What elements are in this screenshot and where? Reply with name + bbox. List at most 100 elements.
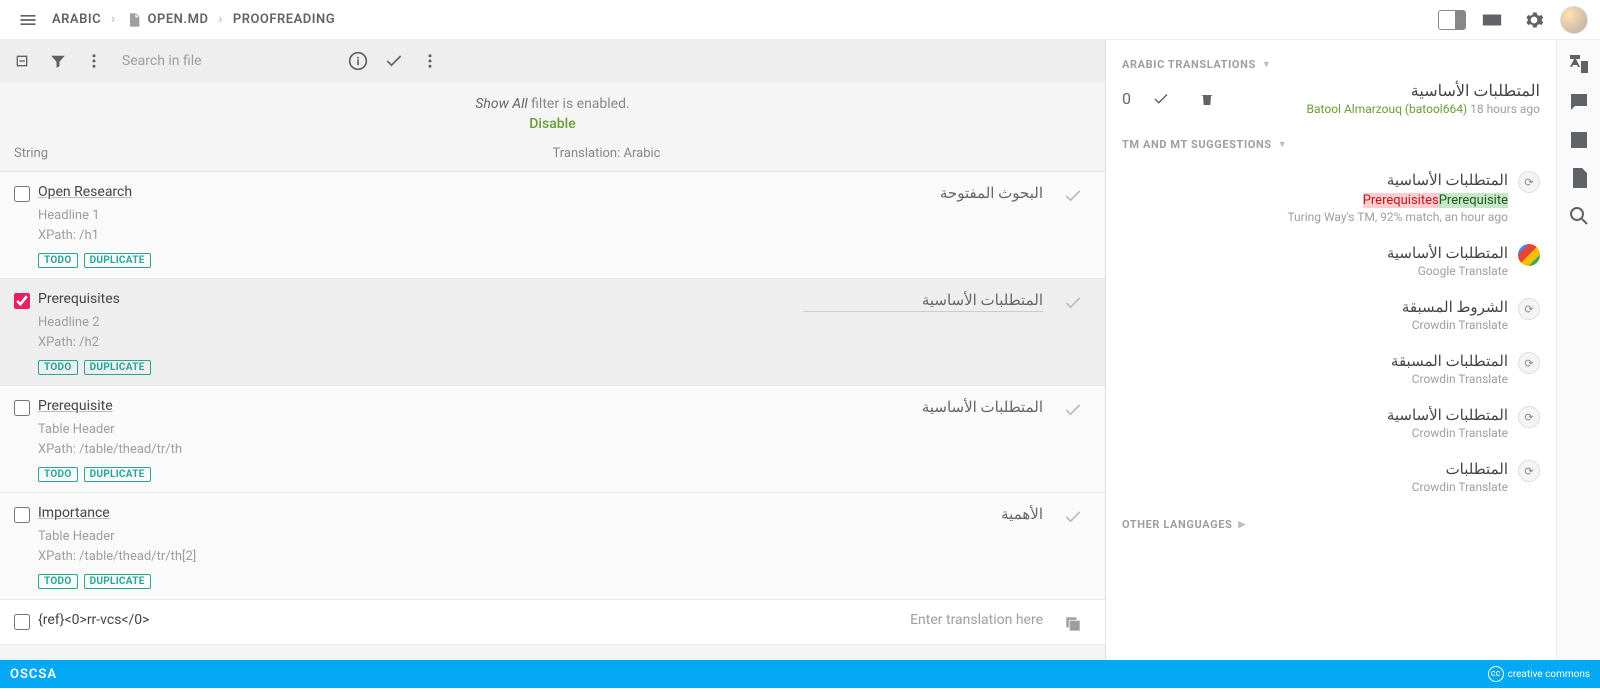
suggestion-source: Crowdin Translate (1122, 480, 1508, 494)
translation-cell[interactable]: المتطلبات الأساسية (512, 398, 1055, 482)
approve-row-icon[interactable] (1055, 184, 1091, 268)
menu-icon[interactable] (12, 4, 44, 36)
top-bar: ARABIC › OPEN.MD › PROOFREADING (0, 0, 1600, 40)
current-translation-text: المتطلبات الأساسية (1307, 81, 1540, 100)
suggestion-text: المتطلبات المسبقة (1122, 352, 1508, 370)
mt-suggestion[interactable]: الشروط المسبقة Crowdin Translate ⟳ (1122, 288, 1540, 342)
suggestion-source: Turing Way's TM, 92% match, an hour ago (1122, 210, 1508, 224)
tag-todo: TODO (38, 253, 78, 268)
row-checkbox[interactable] (14, 614, 30, 630)
tag-todo: TODO (38, 360, 78, 375)
translation-time: 18 hours ago (1470, 102, 1540, 116)
breadcrumb: ARABIC › OPEN.MD › PROOFREADING (52, 12, 335, 28)
files-icon[interactable] (1567, 166, 1591, 190)
row-checkbox[interactable] (14, 400, 30, 416)
approve-icon[interactable] (378, 45, 410, 77)
layout-toggle-icon[interactable] (1438, 10, 1466, 30)
translation-cell[interactable]: الأهمية (512, 505, 1055, 589)
terms-icon[interactable] (1567, 128, 1591, 152)
translation-cell[interactable]: المتطلبات الأساسية (512, 291, 1055, 375)
source-string: Open Research (38, 184, 512, 200)
breadcrumb-file[interactable]: OPEN.MD (126, 12, 209, 28)
tm-suggestion[interactable]: المتطلبات الأساسية PrerequisitesPrerequi… (1122, 161, 1540, 234)
provider-icon: ⟳ (1518, 352, 1540, 374)
collapse-icon[interactable] (6, 45, 38, 77)
source-string: Prerequisites (38, 291, 512, 307)
suggestion-text: المتطلبات الأساسية (1122, 171, 1508, 189)
tag-dup: DUPLICATE (84, 574, 151, 589)
info-icon[interactable] (342, 45, 374, 77)
tag-dup: DUPLICATE (84, 467, 151, 482)
caret-right-icon: ▶ (1238, 520, 1246, 530)
suggestion-text: المتطلبات (1122, 460, 1508, 478)
string-row[interactable]: Importance Table HeaderXPath: /table/thea… (0, 493, 1105, 600)
section-translations[interactable]: ARABIC TRANSLATIONS▼ (1122, 58, 1540, 71)
delete-translation-icon[interactable] (1191, 83, 1223, 115)
tag-todo: TODO (38, 574, 78, 589)
settings-icon[interactable] (1518, 4, 1550, 36)
comments-icon[interactable] (1567, 90, 1591, 114)
string-row[interactable]: {ref}<0>rr-vcs</0>Enter translation here (0, 600, 1105, 645)
search-input[interactable] (114, 45, 334, 77)
tag-dup: DUPLICATE (84, 253, 151, 268)
source-meta: Table HeaderXPath: /table/thead/tr/th[2] (38, 527, 512, 566)
source-meta: Table HeaderXPath: /table/thead/tr/th (38, 420, 512, 459)
tm-provider-icon: ⟳ (1518, 171, 1540, 193)
mt-suggestion[interactable]: المتطلبات الأساسية Google Translate (1122, 234, 1540, 288)
filter-banner: Show All filter is enabled. Disable (0, 82, 1105, 132)
editor-toolbar (0, 40, 1105, 82)
provider-icon: ⟳ (1518, 406, 1540, 428)
breadcrumb-language[interactable]: ARABIC (52, 12, 101, 27)
more-vert-icon[interactable] (78, 45, 110, 77)
translation-author[interactable]: Batool Almarzouq (batool664) (1307, 102, 1468, 116)
string-row[interactable]: PrerequisiteTable HeaderXPath: /table/th… (0, 386, 1105, 493)
translation-cell[interactable]: البحوث المفتوحة (512, 184, 1055, 268)
caret-down-icon: ▼ (1278, 139, 1288, 150)
kebab-icon[interactable] (414, 45, 446, 77)
tag-dup: DUPLICATE (84, 360, 151, 375)
suggestion-source: Google Translate (1122, 264, 1508, 278)
approve-row-icon[interactable] (1055, 505, 1091, 589)
section-suggestions[interactable]: TM AND MT SUGGESTIONS▼ (1122, 138, 1540, 151)
translation-cell[interactable]: Enter translation here (512, 612, 1055, 634)
suggestion-source: Crowdin Translate (1122, 372, 1508, 386)
breadcrumb-mode[interactable]: PROOFREADING (233, 12, 335, 27)
keyboard-icon[interactable] (1476, 4, 1508, 36)
string-row[interactable]: PrerequisitesHeadline 2XPath: /h2TODODUP… (0, 279, 1105, 386)
section-other-languages[interactable]: OTHER LANGUAGES▶ (1122, 518, 1540, 531)
copy-source-icon[interactable] (1055, 612, 1091, 634)
suggestion-text: المتطلبات الأساسية (1122, 244, 1508, 262)
suggestion-text: الشروط المسبقة (1122, 298, 1508, 316)
provider-icon: ⟳ (1518, 298, 1540, 320)
caret-down-icon: ▼ (1262, 59, 1272, 70)
translate-icon[interactable] (1567, 52, 1591, 76)
suggestion-diff: PrerequisitesPrerequisite (1122, 193, 1508, 208)
row-checkbox[interactable] (14, 186, 30, 202)
suggestion-source: Crowdin Translate (1122, 318, 1508, 332)
user-avatar[interactable] (1560, 6, 1588, 34)
filter-disable-link[interactable]: Disable (0, 116, 1105, 132)
list-header: String Translation: Arabic (0, 132, 1105, 172)
side-panel: ARABIC TRANSLATIONS▼ 0 المتطلبات الأساسي… (1106, 40, 1556, 660)
provider-icon (1518, 244, 1540, 266)
source-string: Importance (38, 505, 512, 521)
provider-icon: ⟳ (1518, 460, 1540, 482)
row-checkbox[interactable] (14, 293, 30, 309)
chevron-right-icon: › (111, 12, 115, 27)
approve-translation-icon[interactable] (1145, 83, 1177, 115)
string-list[interactable]: Open ResearchHeadline 1XPath: /h1TODODUP… (0, 172, 1105, 660)
approve-row-icon[interactable] (1055, 398, 1091, 482)
row-checkbox[interactable] (14, 507, 30, 523)
mt-suggestion[interactable]: المتطلبات الأساسيةCrowdin Translate⟳ (1122, 396, 1540, 450)
suggestion-text: المتطلبات الأساسية (1122, 406, 1508, 424)
mt-suggestion[interactable]: المتطلبات المسبقة Crowdin Translate ⟳ (1122, 342, 1540, 396)
filter-icon[interactable] (42, 45, 74, 77)
search-panel-icon[interactable] (1567, 204, 1591, 228)
main-area: Show All filter is enabled. Disable Stri… (0, 40, 1600, 660)
column-string: String (14, 146, 423, 161)
string-row[interactable]: Open ResearchHeadline 1XPath: /h1TODODUP… (0, 172, 1105, 279)
source-string: {ref}<0>rr-vcs</0> (38, 612, 512, 628)
approve-row-icon[interactable] (1055, 291, 1091, 375)
mt-suggestion[interactable]: المتطلبات Crowdin Translate ⟳ (1122, 450, 1540, 504)
footer-license[interactable]: cccreative commons (1488, 666, 1590, 682)
